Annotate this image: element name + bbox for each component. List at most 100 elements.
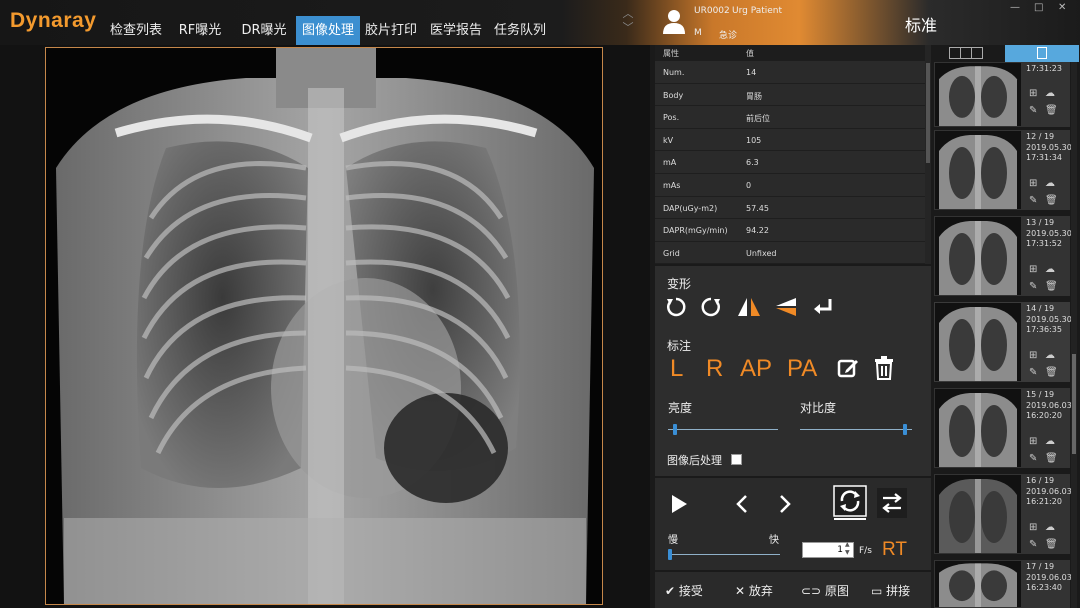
annotation-pa-button[interactable]: PA: [787, 355, 817, 383]
property-row: Body 胃肠: [655, 84, 927, 107]
layout-grid-icon[interactable]: ⊞: [1029, 88, 1037, 99]
tab-task-queue[interactable]: 任务队列: [490, 16, 550, 45]
layout-grid-icon[interactable]: ⊞: [1029, 436, 1037, 447]
pencil-icon[interactable]: ✎: [1029, 367, 1037, 378]
thumbnail-item[interactable]: 12 / 19 2019.05.30 17:31:34 ⊞ ☁ ✎ 🗑: [934, 130, 1072, 210]
thumbnail-image[interactable]: [935, 63, 1021, 126]
cloud-upload-icon[interactable]: ☁: [1045, 88, 1055, 99]
speed-track[interactable]: [668, 554, 780, 555]
loop-playback-icon[interactable]: [833, 485, 867, 521]
reset-transform-icon[interactable]: [811, 296, 833, 318]
close-icon[interactable]: ✕: [1058, 2, 1066, 13]
thumbnail-scrollbar[interactable]: [1071, 62, 1077, 608]
single-view-tab[interactable]: [1005, 45, 1079, 62]
cloud-upload-icon[interactable]: ☁: [1045, 350, 1055, 361]
property-row: Grid Unfixed: [655, 242, 927, 265]
trash-icon[interactable]: 🗑: [1045, 539, 1058, 550]
tab-medical-report[interactable]: 医学报告: [426, 16, 486, 45]
tab-film-print[interactable]: 胶片打印: [362, 16, 420, 45]
rotate-left-icon[interactable]: [665, 296, 687, 318]
trash-icon[interactable]: 🗑: [1045, 105, 1058, 116]
trash-icon[interactable]: 🗑: [1045, 367, 1058, 378]
brightness-knob[interactable]: [673, 424, 678, 435]
tab-image-processing[interactable]: 图像处理: [296, 16, 360, 45]
thumbnail-info: 12 / 19 2019.05.30 17:31:34: [1026, 132, 1072, 164]
chevron-up-icon[interactable]: ︿: [620, 7, 636, 21]
speed-knob[interactable]: [668, 549, 672, 560]
stitch-button[interactable]: ▭ 拼接: [871, 582, 910, 599]
window-controls: — □ ✕: [1010, 2, 1078, 14]
thumbnail-time: 17:31:52: [1026, 239, 1062, 248]
discard-button[interactable]: ✕ 放弃: [735, 582, 773, 599]
tab-exam-list[interactable]: 检查列表: [104, 16, 168, 45]
accept-button[interactable]: ✔ 接受: [665, 582, 703, 599]
flip-vertical-icon[interactable]: [774, 296, 798, 318]
layout-grid-icon[interactable]: ⊞: [1029, 350, 1037, 361]
thumbnail-item[interactable]: 17 / 19 2019.06.03 16:23:40: [934, 560, 1072, 608]
next-frame-icon[interactable]: [778, 494, 792, 514]
trash-icon[interactable]: 🗑: [1045, 281, 1058, 292]
thumbnail-image[interactable]: [935, 217, 1021, 295]
annotation-l-button[interactable]: L: [670, 355, 683, 383]
trash-icon[interactable]: 🗑: [1045, 453, 1058, 464]
thumbnail-image[interactable]: [935, 561, 1021, 607]
thumbnail-image[interactable]: [935, 389, 1021, 467]
thumbnail-item[interactable]: 16 / 19 2019.06.03 16:21:20 ⊞ ☁ ✎ 🗑: [934, 474, 1072, 554]
pencil-icon[interactable]: ✎: [1029, 195, 1037, 206]
trash-icon[interactable]: 🗑: [1045, 195, 1058, 206]
xray-image[interactable]: [45, 47, 603, 605]
user-avatar-icon: [663, 10, 685, 34]
annotation-section-label: 标注: [667, 339, 692, 353]
pencil-icon[interactable]: ✎: [1029, 105, 1037, 116]
delete-annotation-icon[interactable]: [873, 356, 895, 380]
layout-grid-icon[interactable]: ⊞: [1029, 264, 1037, 275]
thumbnail-item[interactable]: 14 / 19 2019.05.30 17:36:35 ⊞ ☁ ✎ 🗑: [934, 302, 1072, 382]
maximize-icon[interactable]: □: [1034, 2, 1043, 13]
thumbnail-image[interactable]: [935, 131, 1021, 209]
property-name: kV: [663, 135, 674, 145]
annotation-ap-button[interactable]: AP: [740, 355, 772, 383]
pencil-icon[interactable]: ✎: [1029, 281, 1037, 292]
thumbnail-info: 17:31:23: [1026, 64, 1062, 75]
rt-button[interactable]: RT: [882, 539, 907, 561]
pencil-icon[interactable]: ✎: [1029, 453, 1037, 464]
annotation-r-button[interactable]: R: [706, 355, 723, 383]
minimize-icon[interactable]: —: [1010, 2, 1020, 13]
previous-frame-icon[interactable]: [735, 494, 749, 514]
edit-annotation-icon[interactable]: [837, 357, 859, 379]
postprocess-checkbox[interactable]: [731, 454, 742, 465]
tab-rf-exposure[interactable]: RF曝光: [172, 16, 228, 45]
scrollbar-thumb[interactable]: [1072, 354, 1076, 454]
chest-xray-illustration: [46, 48, 602, 604]
grid-view-icon[interactable]: [949, 47, 983, 59]
thumbnail-item[interactable]: 13 / 19 2019.05.30 17:31:52 ⊞ ☁ ✎ 🗑: [934, 216, 1072, 296]
patient-id: UR0002: [694, 6, 730, 16]
postprocess-label: 图像后处理: [667, 454, 722, 467]
brightness-label: 亮度: [668, 401, 693, 415]
thumbnail-item[interactable]: 17:31:23 ⊞ ☁ ✎ 🗑: [934, 62, 1070, 127]
layout-grid-icon[interactable]: ⊞: [1029, 522, 1037, 533]
cloud-upload-icon[interactable]: ☁: [1045, 436, 1055, 447]
cloud-upload-icon[interactable]: ☁: [1045, 522, 1055, 533]
cloud-upload-icon[interactable]: ☁: [1045, 264, 1055, 275]
rotate-right-icon[interactable]: [700, 296, 722, 318]
flip-horizontal-icon[interactable]: [737, 296, 761, 318]
tab-dr-exposure[interactable]: DR曝光: [236, 16, 292, 45]
pencil-icon[interactable]: ✎: [1029, 539, 1037, 550]
brightness-track[interactable]: [668, 429, 778, 430]
chevron-down-icon[interactable]: ﹀: [620, 21, 636, 35]
cloud-upload-icon[interactable]: ☁: [1045, 178, 1055, 189]
swap-direction-icon[interactable]: [877, 488, 907, 518]
contrast-knob[interactable]: [902, 424, 907, 435]
layout-grid-icon[interactable]: ⊞: [1029, 178, 1037, 189]
image-viewer[interactable]: [0, 45, 650, 608]
thumbnail-item[interactable]: 15 / 19 2019.06.03 16:20:20 ⊞ ☁ ✎ 🗑: [934, 388, 1072, 468]
play-icon[interactable]: [669, 494, 689, 514]
contrast-track[interactable]: [800, 429, 912, 430]
thumbnail-image[interactable]: [935, 303, 1021, 381]
scrollbar-thumb[interactable]: [926, 63, 930, 163]
tab-scroll-arrows[interactable]: ︿ ﹀: [620, 7, 636, 39]
fps-stepper[interactable]: ▲ ▼: [845, 541, 850, 557]
original-button[interactable]: ⊂⊃ 原图: [801, 582, 849, 599]
thumbnail-image[interactable]: [935, 475, 1021, 553]
